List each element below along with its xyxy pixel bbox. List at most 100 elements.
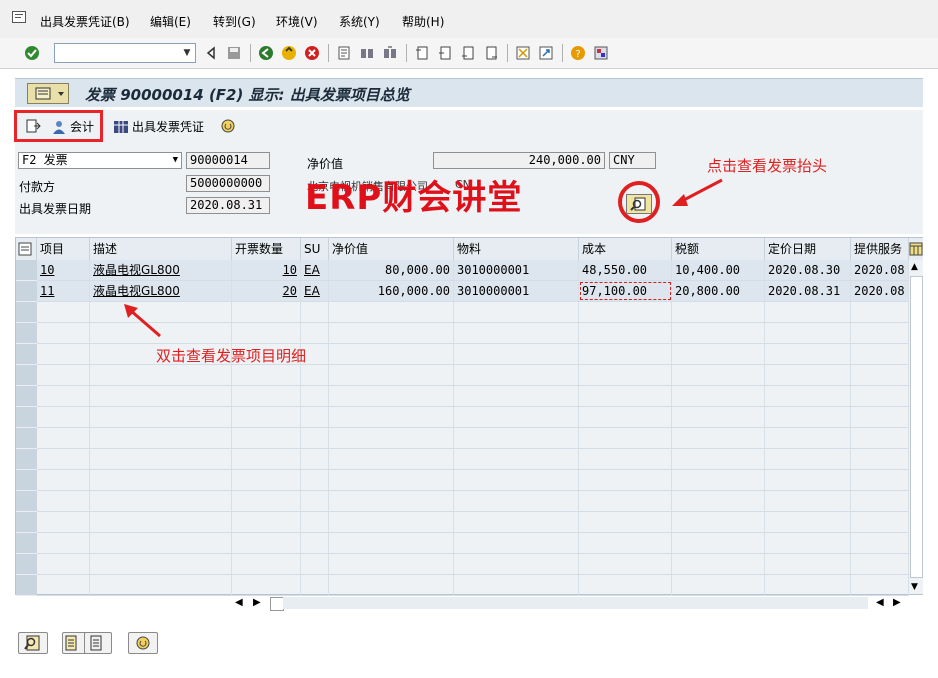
empty-cell[interactable] [851, 365, 909, 385]
cell-pricing-date[interactable]: 2020.08.31 [765, 281, 851, 301]
empty-cell[interactable] [765, 365, 851, 385]
display-header-button[interactable] [626, 194, 652, 214]
print-icon[interactable] [336, 45, 352, 61]
empty-cell[interactable] [765, 386, 851, 406]
empty-cell[interactable] [329, 449, 454, 469]
empty-cell[interactable] [301, 428, 329, 448]
row-selector[interactable] [16, 302, 37, 323]
empty-cell[interactable] [329, 491, 454, 511]
find-next-icon[interactable] [382, 45, 398, 61]
empty-cell[interactable] [37, 428, 90, 448]
cell-description[interactable]: 液晶电视GL800 [90, 260, 232, 280]
col-header-material[interactable]: 物料 [454, 238, 579, 260]
empty-cell[interactable] [851, 512, 909, 532]
horizontal-scrollbar[interactable]: ◀ ▶ ◀ ▶ [233, 596, 907, 612]
col-header-cost[interactable]: 成本 [579, 238, 672, 260]
empty-cell[interactable] [301, 512, 329, 532]
empty-cell[interactable] [765, 428, 851, 448]
row-selector[interactable] [16, 533, 37, 554]
empty-cell[interactable] [579, 386, 672, 406]
empty-cell[interactable] [579, 491, 672, 511]
scroll-left-icon[interactable]: ◀ [235, 597, 243, 608]
empty-cell[interactable] [90, 365, 232, 385]
empty-cell[interactable] [765, 344, 851, 364]
row-selector[interactable] [16, 323, 37, 344]
empty-cell[interactable] [851, 470, 909, 490]
col-header-unit[interactable]: SU [301, 238, 329, 260]
cell-service-date[interactable]: 2020.08 [851, 281, 909, 301]
scroll-right-icon[interactable]: ▶ [253, 597, 261, 608]
empty-cell[interactable] [37, 533, 90, 553]
empty-cell[interactable] [454, 302, 579, 322]
empty-cell[interactable] [37, 323, 90, 343]
cell-service-date[interactable]: 2020.08 [851, 260, 909, 280]
empty-cell[interactable] [454, 344, 579, 364]
billing-date-field[interactable]: 2020.08.31 [186, 197, 270, 214]
empty-cell[interactable] [329, 407, 454, 427]
empty-cell[interactable] [454, 554, 579, 574]
cell-cost[interactable]: 97,100.00 [579, 281, 672, 301]
empty-cell[interactable] [329, 470, 454, 490]
empty-cell[interactable] [37, 575, 90, 595]
empty-cell[interactable] [454, 407, 579, 427]
empty-cell[interactable] [851, 491, 909, 511]
cell-unit[interactable]: EA [301, 281, 329, 301]
empty-cell[interactable] [232, 449, 301, 469]
row-selector[interactable] [16, 386, 37, 407]
empty-cell[interactable] [329, 323, 454, 343]
empty-cell[interactable] [329, 575, 454, 595]
chevron-down-icon[interactable]: ▼ [173, 153, 178, 168]
empty-cell[interactable] [37, 491, 90, 511]
empty-cell[interactable] [232, 512, 301, 532]
empty-cell[interactable] [454, 386, 579, 406]
empty-cell[interactable] [232, 533, 301, 553]
cell-net-value[interactable]: 160,000.00 [329, 281, 454, 301]
first-page-icon[interactable] [414, 45, 430, 61]
empty-cell[interactable] [90, 533, 232, 553]
col-header-quantity[interactable]: 开票数量 [232, 238, 301, 260]
cell-item[interactable]: 10 [37, 260, 90, 280]
table-row[interactable]: 11 液晶电视GL800 20 EA 160,000.00 3010000001 97,10… [16, 281, 909, 302]
empty-cell[interactable] [301, 554, 329, 574]
empty-cell[interactable] [851, 428, 909, 448]
empty-cell[interactable] [851, 323, 909, 343]
cell-description[interactable]: 液晶电视GL800 [90, 281, 232, 301]
empty-cell[interactable] [672, 554, 765, 574]
empty-cell[interactable] [454, 449, 579, 469]
empty-cell[interactable] [37, 302, 90, 322]
empty-cell[interactable] [37, 449, 90, 469]
empty-cell[interactable] [301, 302, 329, 322]
cell-quantity[interactable]: 20 [232, 281, 301, 301]
scroll-left-icon[interactable]: ◀ [876, 597, 884, 608]
row-selector[interactable] [16, 344, 37, 365]
menu-item-edit[interactable]: 编辑(E) [150, 13, 191, 30]
row-selector[interactable] [16, 575, 37, 596]
col-header-service-date[interactable]: 提供服务 [851, 238, 909, 260]
empty-cell[interactable] [301, 365, 329, 385]
back-icon[interactable] [258, 45, 274, 61]
cancel-icon[interactable] [304, 45, 320, 61]
empty-cell[interactable] [579, 575, 672, 595]
row-selector[interactable] [16, 491, 37, 512]
menu-item-goto[interactable]: 转到(G) [213, 13, 256, 30]
deselect-all-button[interactable] [84, 632, 112, 654]
empty-cell[interactable] [579, 365, 672, 385]
empty-cell[interactable] [329, 533, 454, 553]
cell-cost[interactable]: 48,550.00 [579, 260, 672, 280]
cell-tax[interactable]: 10,400.00 [672, 260, 765, 280]
help-icon[interactable]: ? [570, 45, 586, 61]
empty-cell[interactable] [232, 575, 301, 595]
empty-cell[interactable] [765, 512, 851, 532]
command-field[interactable]: ▼ [54, 43, 196, 63]
col-header-net-value[interactable]: 净价值 [329, 238, 454, 260]
scroll-track[interactable] [910, 276, 923, 578]
last-page-icon[interactable] [483, 45, 499, 61]
row-selector[interactable] [16, 449, 37, 470]
empty-cell[interactable] [454, 491, 579, 511]
empty-cell[interactable] [672, 407, 765, 427]
cell-quantity[interactable]: 10 [232, 260, 301, 280]
menu-item-billing-doc[interactable]: 出具发票凭证(B) [40, 13, 130, 30]
empty-cell[interactable] [232, 386, 301, 406]
table-row[interactable]: 10 液晶电视GL800 10 EA 80,000.00 3010000001 48,550… [16, 260, 909, 281]
currency-field[interactable]: CNY [609, 152, 656, 169]
